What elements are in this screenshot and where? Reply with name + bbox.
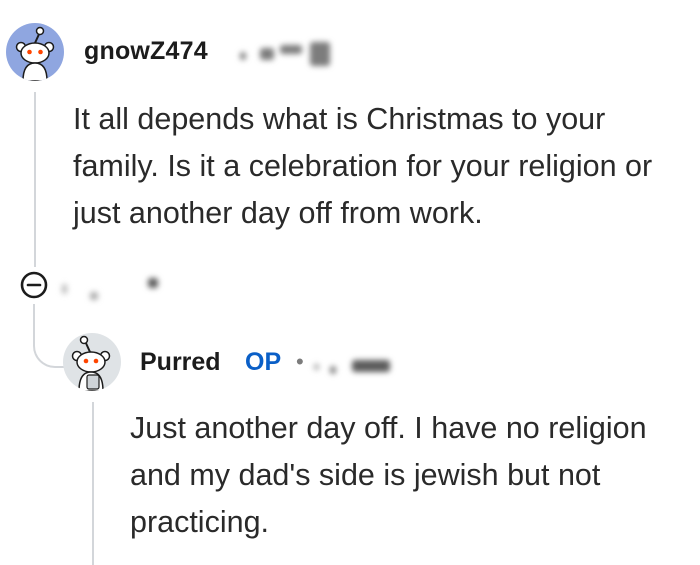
comment-author[interactable]: gnowZ474 <box>84 37 208 66</box>
meta-separator: • <box>296 349 304 374</box>
op-badge: OP <box>245 348 282 376</box>
collapse-thread-button[interactable] <box>19 270 49 300</box>
user-avatar[interactable] <box>6 23 64 81</box>
comment-metadata-redacted <box>238 40 336 68</box>
snoo-avatar-icon <box>71 335 111 391</box>
user-avatar[interactable] <box>63 333 121 391</box>
comment-thread: gnowZ474 It all depends what is Christma… <box>0 0 700 565</box>
comment-body: It all depends what is Christmas to your… <box>73 102 653 230</box>
comment-author[interactable]: Purred <box>140 348 221 377</box>
snoo-avatar-icon <box>15 26 55 81</box>
thread-line[interactable] <box>34 92 36 267</box>
reply-metadata-redacted <box>60 272 170 306</box>
collapse-minus-icon <box>20 271 48 299</box>
comment-body: Just another day off. I have no religion… <box>130 411 647 539</box>
comment-metadata-redacted <box>312 352 404 378</box>
thread-line[interactable] <box>92 402 94 565</box>
